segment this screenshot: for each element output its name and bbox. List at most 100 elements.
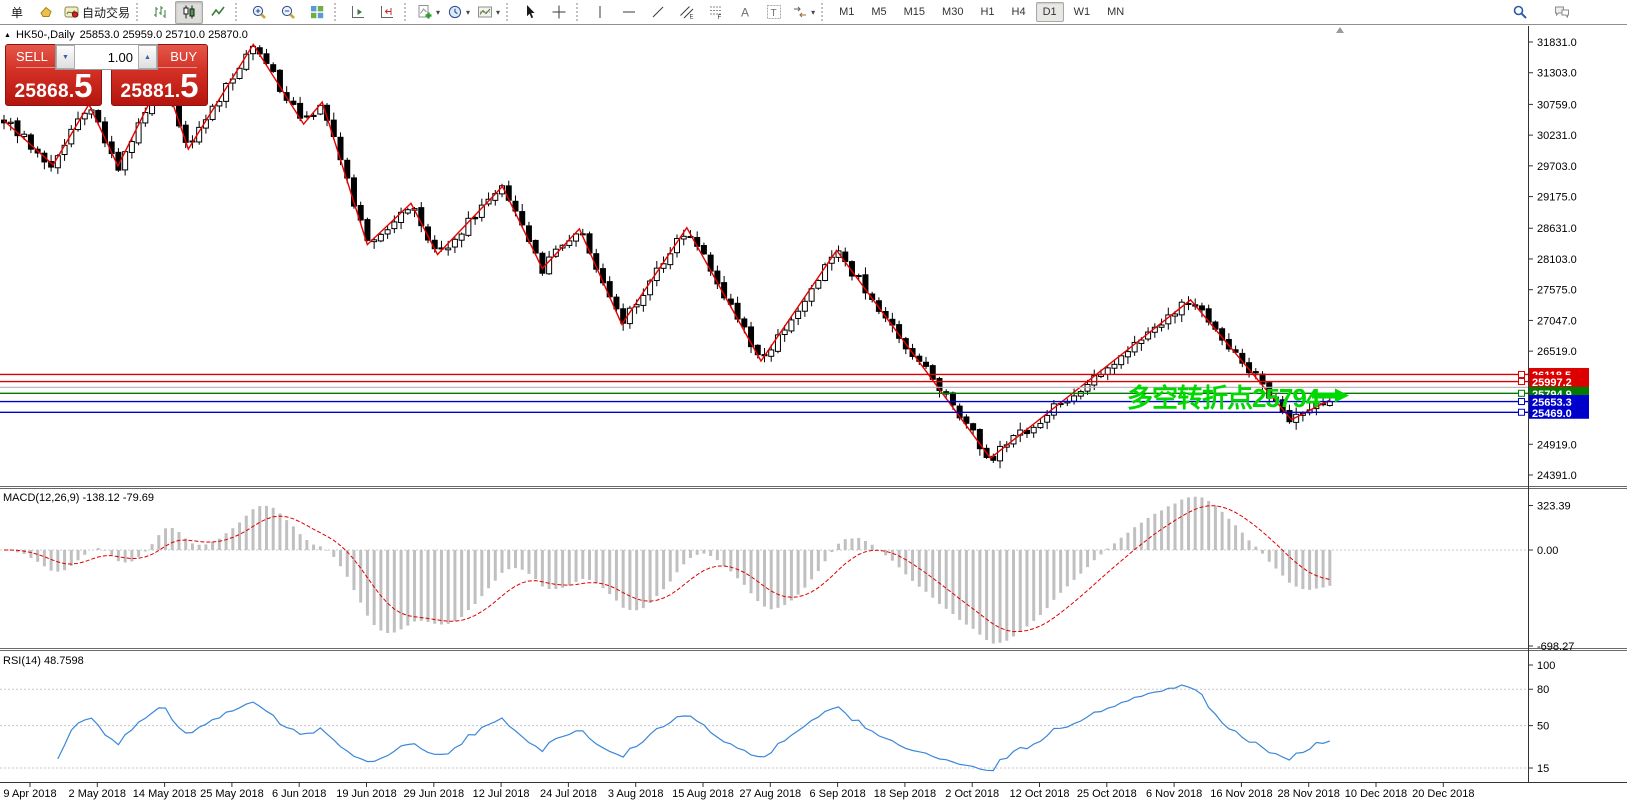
date-label: 3 Aug 2018 xyxy=(608,788,664,800)
templates-icon xyxy=(477,4,493,20)
autotrading-icon xyxy=(64,4,80,20)
trendline-button[interactable] xyxy=(644,1,672,24)
svg-text:E: E xyxy=(690,15,694,21)
cursor-icon xyxy=(522,4,538,20)
text-label-button[interactable]: T xyxy=(760,1,788,24)
candle xyxy=(459,234,464,240)
tile-windows-button[interactable] xyxy=(303,1,331,24)
chart-canvas: 26118.525997.225794.925653.325469.031831… xyxy=(0,0,1627,810)
chart-shift-icon xyxy=(379,4,395,20)
candle xyxy=(950,393,955,405)
auto-scroll-button[interactable] xyxy=(344,1,372,24)
svg-text:F: F xyxy=(718,15,722,20)
buy-price: 25881.5 xyxy=(112,69,207,102)
hline-anchor[interactable] xyxy=(1519,379,1525,385)
price-tick-label: 28631.0 xyxy=(1537,223,1577,235)
timeframe-m5[interactable]: M5 xyxy=(864,2,893,22)
fibonacci-icon: F xyxy=(708,4,724,20)
new-order-button[interactable]: 单 xyxy=(3,1,31,24)
toolbar-separator xyxy=(821,3,826,21)
line-chart-button[interactable] xyxy=(204,1,232,24)
date-label: 12 Oct 2018 xyxy=(1010,788,1070,800)
text-button[interactable]: A xyxy=(731,1,759,24)
dropdown-arrow-icon[interactable]: ▾ xyxy=(436,8,440,17)
date-label: 2 May 2018 xyxy=(69,788,126,800)
horizontal-line-button[interactable] xyxy=(615,1,643,24)
date-label: 25 Oct 2018 xyxy=(1077,788,1137,800)
candlestick-chart-button[interactable] xyxy=(175,1,203,24)
candle xyxy=(8,122,13,123)
candle xyxy=(385,230,390,234)
one-click-trading-panel: SELL 25868.5 BUY 25881.5 ▼ ▲ xyxy=(5,44,208,106)
candle xyxy=(856,276,861,277)
date-label: 10 Dec 2018 xyxy=(1345,788,1407,800)
fibonacci-button[interactable]: F xyxy=(702,1,730,24)
candle xyxy=(1253,372,1258,373)
date-label: 20 Dec 2018 xyxy=(1412,788,1474,800)
hline-anchor[interactable] xyxy=(1519,409,1525,415)
zoom-out-button[interactable] xyxy=(274,1,302,24)
timeframe-mn[interactable]: MN xyxy=(1100,2,1131,22)
date-label: 9 Apr 2018 xyxy=(3,788,56,800)
svg-text:T: T xyxy=(771,8,777,19)
candlestick-chart-icon xyxy=(181,4,197,20)
crosshair-button[interactable] xyxy=(545,1,573,24)
cursor-button[interactable] xyxy=(516,1,544,24)
periods-button[interactable]: ▾ xyxy=(444,1,473,24)
dropdown-arrow-icon[interactable]: ▾ xyxy=(466,8,470,17)
timeframe-d1[interactable]: D1 xyxy=(1036,2,1064,22)
candle xyxy=(1105,368,1110,375)
rsi-line xyxy=(58,685,1330,771)
market-watch-button[interactable] xyxy=(32,1,60,24)
macd-signal-line xyxy=(4,506,1330,632)
timeframe-h1[interactable]: H1 xyxy=(973,2,1001,22)
candle xyxy=(452,239,457,247)
dropdown-arrow-icon[interactable]: ▾ xyxy=(496,8,500,17)
date-label: 6 Sep 2018 xyxy=(809,788,865,800)
symbol-marker-icon: ▲ xyxy=(4,32,11,39)
candle xyxy=(701,245,706,253)
templates-button[interactable]: ▾ xyxy=(474,1,503,24)
candle xyxy=(405,210,410,213)
timeframe-m15[interactable]: M15 xyxy=(897,2,932,22)
zoom-in-button[interactable] xyxy=(245,1,273,24)
equidistant-channel-button[interactable]: E xyxy=(673,1,701,24)
price-tick-label: 31303.0 xyxy=(1537,68,1577,80)
bar-chart-button[interactable] xyxy=(146,1,174,24)
dropdown-arrow-icon[interactable]: ▾ xyxy=(811,8,815,17)
volume-decrease-button[interactable]: ▼ xyxy=(56,45,75,69)
chart-shift-button[interactable] xyxy=(373,1,401,24)
timeframe-m1[interactable]: M1 xyxy=(832,2,861,22)
hline-anchor[interactable] xyxy=(1519,371,1525,377)
annotation-arrow-icon[interactable] xyxy=(1312,388,1350,408)
vertical-line-button[interactable] xyxy=(586,1,614,24)
time-axis: 9 Apr 20182 May 201814 May 201825 May 20… xyxy=(3,782,1474,800)
annotation-text[interactable]: 多空转折点25794 xyxy=(1127,378,1319,415)
hline-anchor[interactable] xyxy=(1519,399,1525,405)
timeframe-m30[interactable]: M30 xyxy=(935,2,970,22)
hline-anchor[interactable] xyxy=(1519,390,1525,396)
candle xyxy=(311,115,316,116)
chart-header: ▲ HK50-,Daily 25853.0 25959.0 25710.0 25… xyxy=(4,29,248,41)
candle xyxy=(446,248,451,250)
timeframe-w1[interactable]: W1 xyxy=(1067,2,1098,22)
arrows-button[interactable]: ▾ xyxy=(789,1,818,24)
candle xyxy=(816,281,821,289)
volume-input[interactable] xyxy=(75,45,138,69)
candle xyxy=(1038,423,1043,427)
price-axis: 26118.525997.225794.925653.325469.031831… xyxy=(0,26,1627,783)
toolbar-separator xyxy=(235,3,240,21)
indicators-button[interactable]: ▾ xyxy=(414,1,443,24)
search-button[interactable] xyxy=(1506,1,1534,24)
date-label: 14 May 2018 xyxy=(133,788,197,800)
volume-increase-button[interactable]: ▲ xyxy=(138,45,157,69)
candle xyxy=(641,295,646,305)
autotrading-button-label: 自动交易 xyxy=(82,4,130,21)
candle xyxy=(971,424,976,430)
timeframe-h4[interactable]: H4 xyxy=(1005,2,1033,22)
autotrading-button[interactable]: 自动交易 xyxy=(61,1,133,24)
candle xyxy=(1112,364,1117,368)
macd-tick-label: 323.39 xyxy=(1537,501,1571,513)
date-label: 6 Jun 2018 xyxy=(272,788,326,800)
chat-button[interactable] xyxy=(1548,1,1576,24)
